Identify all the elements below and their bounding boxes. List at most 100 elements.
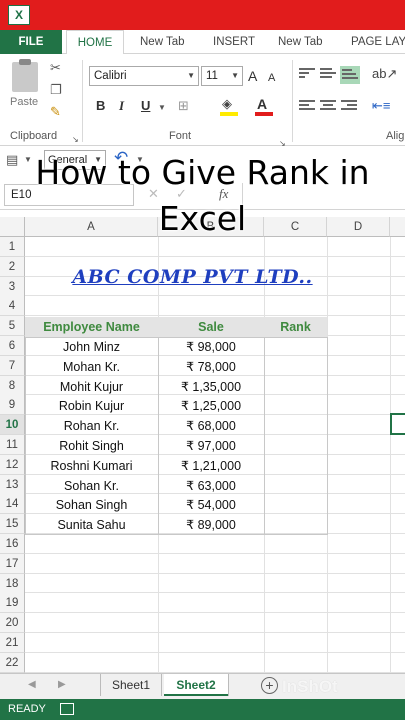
tab-new-tab-2[interactable]: New Tab	[278, 30, 323, 54]
active-cell-e10[interactable]	[390, 413, 405, 435]
tab-insert[interactable]: INSERT	[213, 30, 255, 54]
sale-cell[interactable]: ₹ 54,000	[158, 495, 264, 515]
font-color-icon[interactable]: A	[257, 96, 267, 112]
rank-cell[interactable]	[264, 377, 327, 397]
row-header[interactable]: 13	[0, 474, 25, 495]
copy-icon[interactable]: ❐	[50, 82, 62, 98]
align-bottom-icon[interactable]	[340, 66, 360, 84]
gridline	[25, 295, 405, 297]
employee-name-cell[interactable]: Roshni Kumari	[25, 456, 158, 476]
next-sheet-icon[interactable]: ▶	[58, 679, 66, 690]
header-employee-name[interactable]: Employee Name	[25, 317, 158, 337]
row-header[interactable]: 14	[0, 494, 25, 515]
company-title[interactable]: ABC COMP PVT LTD..	[25, 262, 360, 292]
employee-name-cell[interactable]: Rohan Kr.	[25, 416, 158, 436]
employee-name-cell[interactable]: Mohan Kr.	[25, 357, 158, 377]
fill-color-icon[interactable]: ◈	[222, 96, 232, 112]
row-header[interactable]: 16	[0, 534, 25, 554]
row-header[interactable]: 7	[0, 355, 25, 376]
tab-home[interactable]: HOME	[66, 30, 124, 55]
row-header[interactable]: 9	[0, 395, 25, 416]
sale-cell[interactable]: ₹ 63,000	[158, 476, 264, 496]
row-header[interactable]: 4	[0, 296, 25, 317]
align-center-icon[interactable]	[320, 100, 336, 112]
tab-file[interactable]: FILE	[0, 30, 62, 54]
sale-cell[interactable]: ₹ 68,000	[158, 416, 264, 436]
cut-icon[interactable]: ✂	[50, 60, 61, 76]
row-header[interactable]: 21	[0, 633, 25, 653]
rank-cell[interactable]	[264, 357, 327, 377]
row-header[interactable]: 2	[0, 256, 25, 277]
sale-cell[interactable]: ₹ 1,35,000	[158, 377, 264, 397]
macro-record-icon[interactable]	[60, 703, 74, 715]
header-sale[interactable]: Sale	[158, 317, 264, 337]
ribbon-separator	[292, 60, 293, 142]
grow-font-icon[interactable]: A	[248, 68, 257, 84]
format-painter-icon[interactable]: ✎	[50, 104, 61, 120]
bold-button[interactable]: B	[96, 98, 105, 113]
employee-name-cell[interactable]: Rohit Singh	[25, 436, 158, 456]
row-header[interactable]: 15	[0, 514, 25, 535]
employee-name-cell[interactable]: Sohan Kr.	[25, 476, 158, 496]
row-header[interactable]: 10	[0, 415, 25, 436]
italic-button[interactable]: I	[119, 98, 124, 114]
align-right-icon[interactable]	[341, 100, 357, 112]
row-header[interactable]: 6	[0, 336, 25, 356]
employee-name-cell[interactable]: John Minz	[25, 337, 158, 357]
indent-icon[interactable]: ⇤≡	[372, 98, 390, 114]
align-left-icon[interactable]	[299, 100, 315, 112]
sale-cell[interactable]: ₹ 89,000	[158, 515, 264, 535]
chevron-down-icon[interactable]: ▼	[158, 100, 166, 116]
ribbon-tabs: FILE HOME New Tab INSERT New Tab PAGE LA…	[0, 30, 405, 55]
add-sheet-button[interactable]: +	[261, 677, 278, 694]
paste-icon[interactable]	[12, 59, 38, 92]
tab-page-layout[interactable]: PAGE LAYO	[351, 30, 405, 54]
chevron-down-icon: ▼	[231, 71, 239, 80]
sale-cell[interactable]: ₹ 97,000	[158, 436, 264, 456]
row-header[interactable]: 17	[0, 553, 25, 574]
paste-button-label[interactable]: Paste	[10, 96, 38, 108]
sheet-tab-sheet2[interactable]: Sheet2	[164, 674, 228, 696]
employee-name-cell[interactable]: Sohan Singh	[25, 495, 158, 515]
group-clipboard-label: Clipboard	[10, 130, 58, 142]
sheet-tab-sheet1[interactable]: Sheet1	[100, 674, 162, 696]
borders-icon[interactable]: ⊞	[178, 98, 189, 114]
align-middle-icon[interactable]	[320, 68, 336, 80]
sale-cell[interactable]: ₹ 1,21,000	[158, 456, 264, 476]
row-header[interactable]: 19	[0, 593, 25, 614]
row-header[interactable]: 20	[0, 613, 25, 634]
rank-cell[interactable]	[264, 456, 327, 476]
group-alignment-label: Alig	[386, 130, 405, 142]
header-rank[interactable]: Rank	[264, 317, 327, 337]
row-header[interactable]: 3	[0, 276, 25, 297]
title-bar: X	[0, 0, 405, 30]
rank-cell[interactable]	[264, 337, 327, 357]
font-name-dropdown[interactable]: Calibri ▼	[89, 66, 199, 86]
row-header[interactable]: 22	[0, 652, 25, 673]
row-header[interactable]: 8	[0, 375, 25, 396]
row-header[interactable]: 18	[0, 573, 25, 594]
rank-cell[interactable]	[264, 416, 327, 436]
rank-cell[interactable]	[264, 495, 327, 515]
rank-cell[interactable]	[264, 436, 327, 456]
shrink-font-icon[interactable]: A	[268, 70, 275, 86]
underline-button[interactable]: U	[141, 98, 150, 113]
orientation-icon[interactable]: ab↗	[372, 66, 397, 82]
font-size-dropdown[interactable]: 11 ▼	[201, 66, 243, 86]
row-header[interactable]: 11	[0, 435, 25, 455]
employee-name-cell[interactable]: Robin Kujur	[25, 396, 158, 416]
rank-cell[interactable]	[264, 515, 327, 535]
employee-name-cell[interactable]: Mohit Kujur	[25, 377, 158, 397]
rank-cell[interactable]	[264, 396, 327, 416]
row-header[interactable]: 12	[0, 454, 25, 475]
rank-cell[interactable]	[264, 476, 327, 496]
sale-cell[interactable]: ₹ 1,25,000	[158, 396, 264, 416]
previous-sheet-icon[interactable]: ◀	[28, 679, 36, 690]
row-header[interactable]: 5	[0, 316, 25, 337]
employee-name-cell[interactable]: Sunita Sahu	[25, 515, 158, 535]
sale-cell[interactable]: ₹ 98,000	[158, 337, 264, 357]
tab-new-tab-1[interactable]: New Tab	[140, 30, 185, 54]
sale-cell[interactable]: ₹ 78,000	[158, 357, 264, 377]
gridline	[25, 592, 405, 594]
align-top-icon[interactable]	[299, 68, 315, 80]
